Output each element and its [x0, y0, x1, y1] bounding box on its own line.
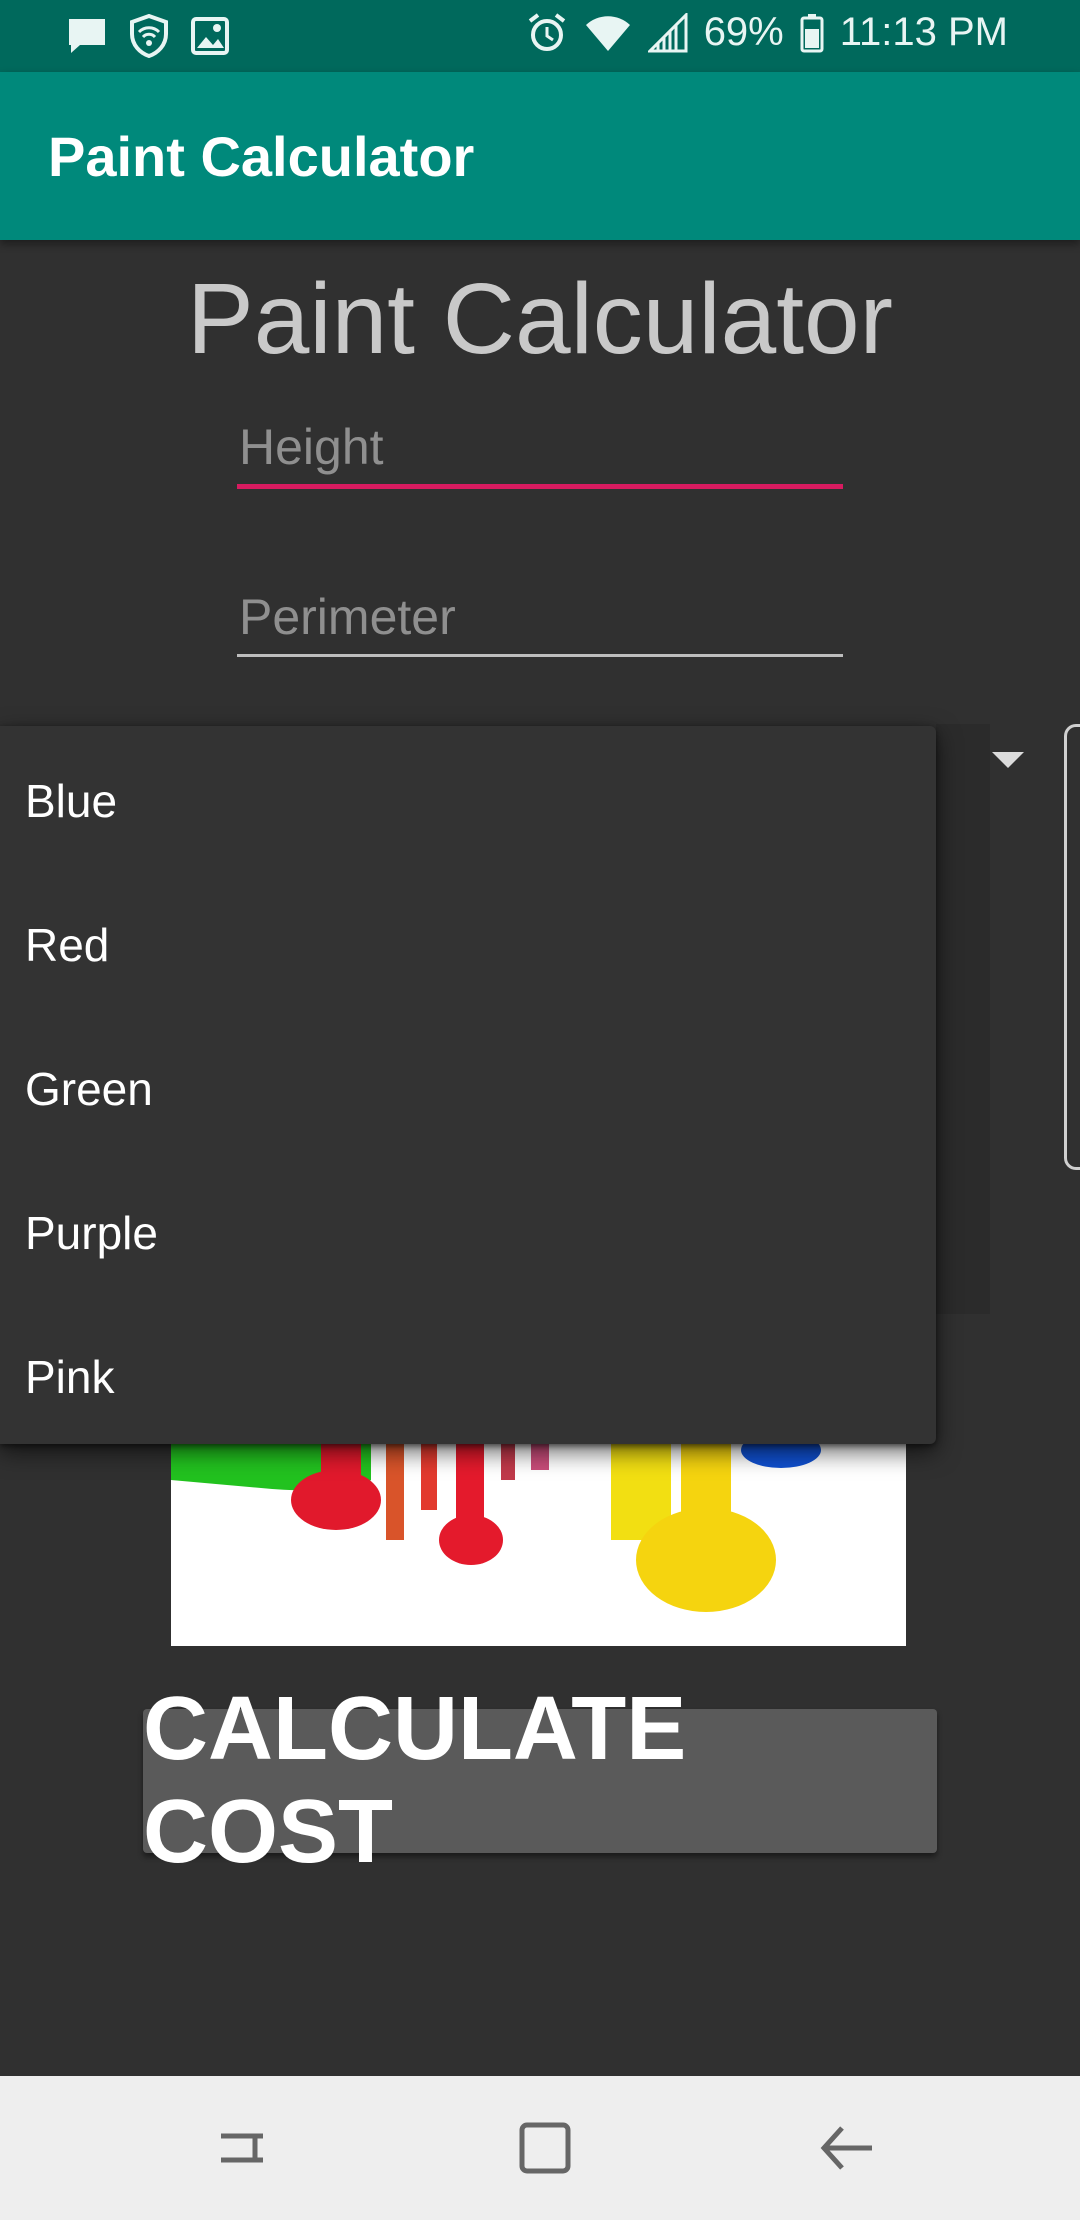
spinner-background [936, 724, 990, 1314]
dropdown-option-pink[interactable]: Pink [0, 1302, 936, 1446]
option-label: Green [25, 1063, 153, 1115]
perimeter-field[interactable]: Perimeter [237, 588, 843, 657]
option-label: Purple [25, 1207, 158, 1259]
status-bar: 69% 11:13 PM [0, 0, 1080, 72]
dropdown-option-red[interactable]: Red [0, 870, 936, 1014]
height-field[interactable]: Height [237, 418, 843, 489]
alarm-icon [526, 12, 568, 54]
recent-apps-icon[interactable] [207, 2118, 277, 2178]
battery-icon [800, 13, 824, 53]
battery-percent: 69% [703, 10, 784, 54]
calculate-cost-button[interactable]: CALCULATE COST [143, 1679, 937, 1882]
app-bar: Paint Calculator [0, 72, 1080, 240]
shield-wifi-icon [128, 14, 170, 58]
option-label: Red [25, 919, 110, 971]
option-label: Blue [25, 775, 118, 827]
dropdown-option-green[interactable]: Green [0, 1014, 936, 1158]
app-bar-title: Paint Calculator [48, 125, 475, 188]
back-icon[interactable] [812, 2118, 882, 2178]
option-label: Pink [25, 1351, 115, 1403]
page-title: Paint Calculator [187, 263, 893, 375]
message-icon [66, 16, 108, 56]
clock: 11:13 PM [839, 10, 1008, 54]
paint-splash-image [171, 1440, 906, 1646]
dropdown-arrow-icon[interactable] [992, 752, 1024, 768]
dropdown-option-purple[interactable]: Purple [0, 1158, 936, 1302]
scroll-indicator [1064, 724, 1080, 1170]
color-dropdown-menu: Blue Red Green Purple Pink [0, 726, 936, 1444]
wifi-icon [584, 13, 632, 53]
signal-icon [647, 12, 688, 53]
navigation-bar [0, 2076, 1080, 2220]
perimeter-placeholder: Perimeter [239, 589, 456, 645]
height-placeholder: Height [239, 419, 384, 475]
dropdown-option-blue[interactable]: Blue [0, 726, 936, 870]
image-icon [190, 16, 230, 56]
home-icon[interactable] [510, 2118, 580, 2178]
